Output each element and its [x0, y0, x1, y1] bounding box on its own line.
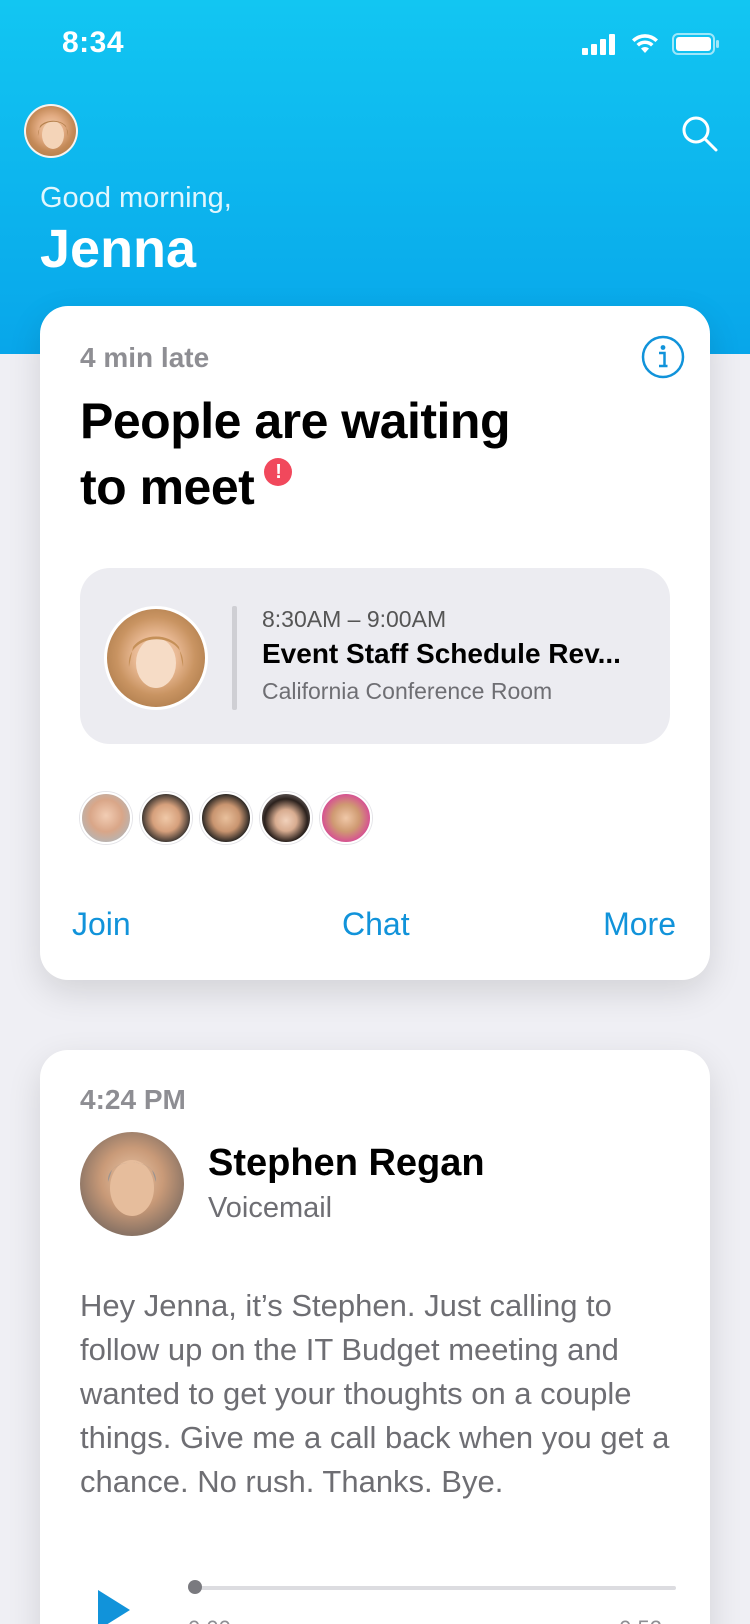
user-avatar[interactable]: [24, 104, 78, 158]
user-name: Jenna: [40, 219, 197, 279]
voicemail-transcript: Hey Jenna, it’s Stephen. Just calling to…: [80, 1288, 670, 1499]
info-icon: [641, 335, 685, 379]
more-button[interactable]: More: [603, 906, 676, 943]
status-time: 8:34: [62, 26, 125, 59]
meeting-room: California Conference Room: [262, 678, 553, 704]
meeting-headline: People are waiting to meet!: [80, 388, 600, 520]
caller-avatar[interactable]: [80, 1132, 184, 1236]
wifi-icon: [632, 34, 658, 53]
late-status: 4 min late: [80, 342, 210, 373]
caller-portrait: [107, 1160, 157, 1216]
info-button[interactable]: [640, 334, 686, 380]
meeting-details[interactable]: 8:30AM – 9:00AM Event Staff Schedule Rev…: [80, 568, 670, 744]
play-button[interactable]: [94, 1588, 134, 1624]
meeting-actions: Join Chat More: [40, 906, 710, 956]
meeting-title: Event Staff Schedule Rev...: [262, 638, 621, 669]
alert-badge: !: [264, 458, 293, 486]
message-type: Voicemail: [208, 1192, 333, 1224]
voicemail-time: 4:24 PM: [80, 1084, 186, 1115]
cellular-signal-icon: [582, 34, 615, 55]
playback-duration: 0:52: [619, 1616, 662, 1624]
status-bar: 8:34: [0, 0, 750, 90]
caller-name: Stephen Regan: [208, 1142, 485, 1184]
meeting-time: 8:30AM – 9:00AM: [262, 606, 447, 632]
progress-thumb[interactable]: [188, 1580, 202, 1594]
battery-icon: [672, 33, 719, 55]
status-icons: [582, 32, 720, 56]
join-button[interactable]: Join: [72, 906, 131, 943]
play-icon: [98, 1590, 130, 1624]
headline-line-2: to meet: [80, 459, 255, 515]
audio-player: 0:00 0:52: [94, 1572, 684, 1624]
attendee-list[interactable]: [80, 792, 372, 844]
voicemail-card: 4:24 PM Stephen Regan Voicemail Hey Jenn…: [40, 1050, 710, 1624]
playback-position: 0:00: [188, 1616, 231, 1624]
search-icon: [682, 116, 718, 152]
meeting-card: 4 min late People are waiting to meet! 8…: [40, 306, 710, 980]
organizer-avatar: [104, 606, 208, 710]
organizer-portrait: [128, 636, 184, 688]
attendee-avatar[interactable]: [320, 792, 372, 844]
progress-track[interactable]: [192, 1586, 676, 1590]
chat-button[interactable]: Chat: [342, 906, 410, 943]
attendee-avatar[interactable]: [200, 792, 252, 844]
search-button[interactable]: [680, 114, 720, 154]
attendee-avatar[interactable]: [80, 792, 132, 844]
meeting-divider: [232, 606, 237, 710]
attendee-avatar[interactable]: [140, 792, 192, 844]
attendee-avatar[interactable]: [260, 792, 312, 844]
headline-line-1: People are waiting: [80, 393, 511, 449]
greeting-text: Good morning,: [40, 182, 232, 214]
